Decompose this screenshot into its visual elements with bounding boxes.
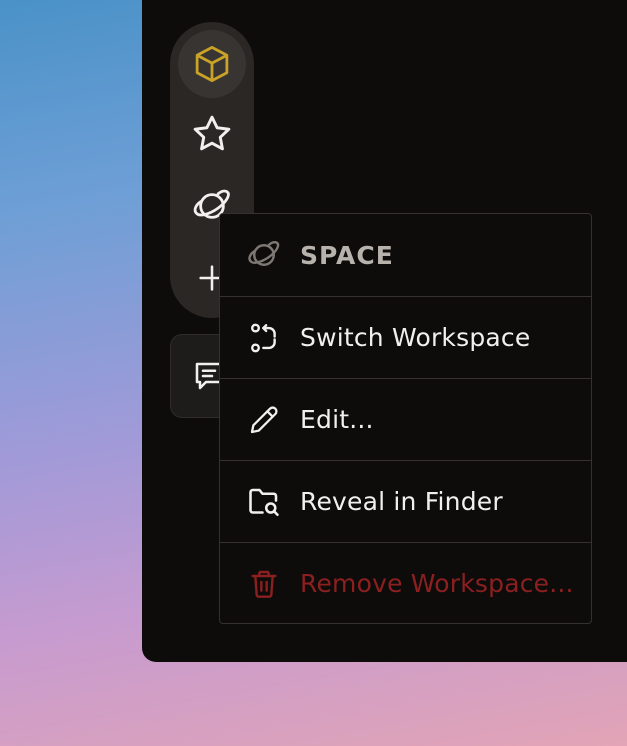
menu-item-label: Reveal in Finder [300,487,503,516]
cube-icon [195,45,229,83]
menu-item-remove-workspace[interactable]: Remove Workspace... [220,542,591,624]
menu-item-switch-workspace[interactable]: Switch Workspace [220,296,591,378]
planet-icon [246,237,282,273]
menu-item-reveal-in-finder[interactable]: Reveal in Finder [220,460,591,542]
pencil-icon [246,402,282,438]
switch-icon [246,320,282,356]
menu-item-label: Switch Workspace [300,323,531,352]
rail-item-cube[interactable] [178,30,246,98]
star-icon [193,115,231,151]
rail-item-star[interactable] [178,100,246,168]
menu-item-label: Edit... [300,405,374,434]
menu-header-label: SPACE [300,240,394,270]
folder-search-icon [246,484,282,520]
menu-item-label: Remove Workspace... [300,569,574,598]
context-menu: SPACE Switch Workspace Edit... Reveal in… [219,213,592,624]
menu-header-space: SPACE [220,214,591,296]
menu-item-edit[interactable]: Edit... [220,378,591,460]
trash-icon [246,566,282,602]
